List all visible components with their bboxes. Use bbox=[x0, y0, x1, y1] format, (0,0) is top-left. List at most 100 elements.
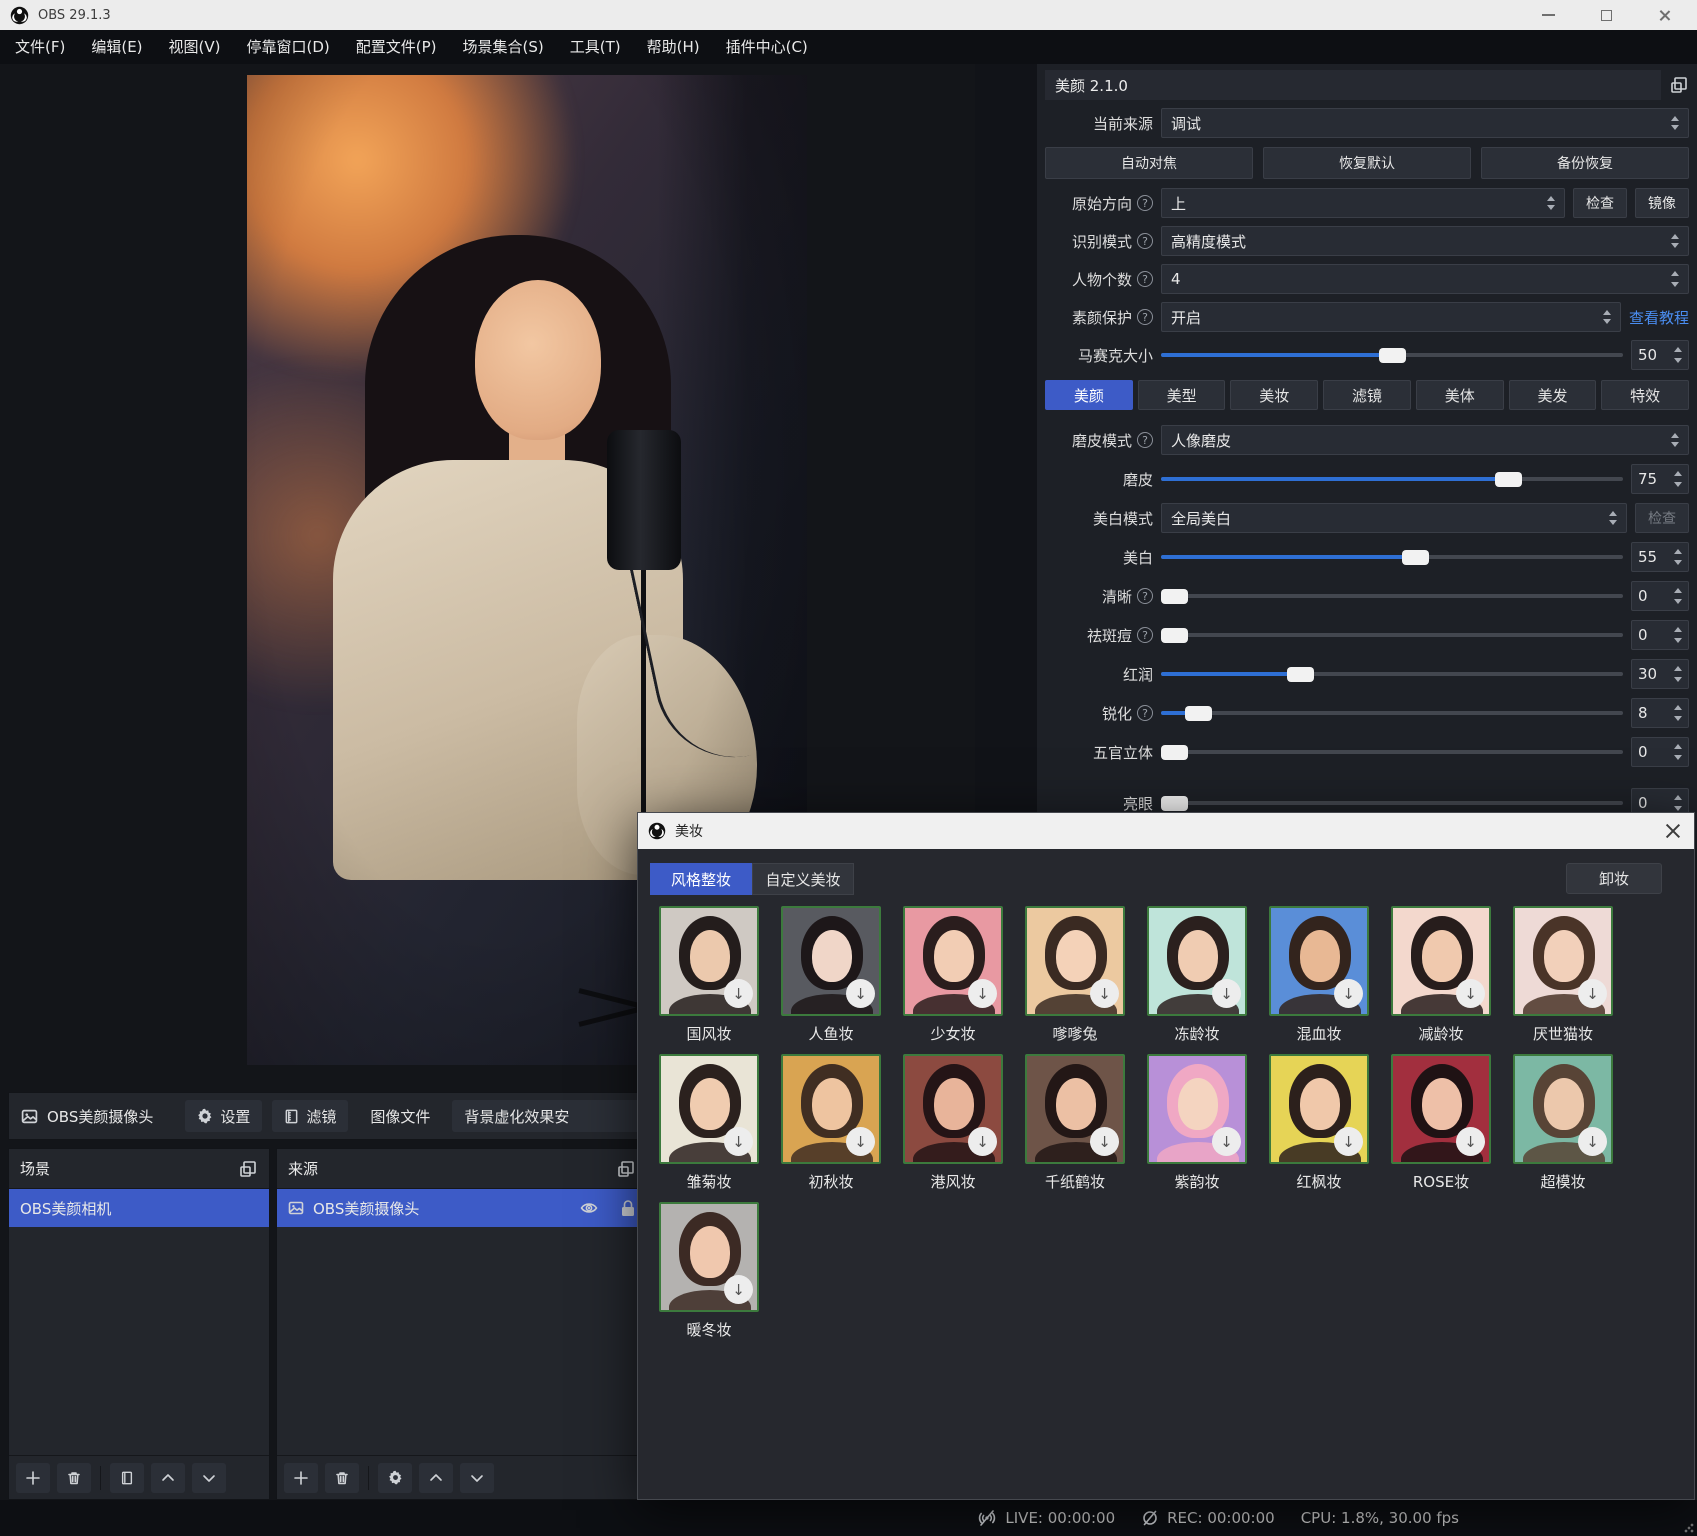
popout-icon[interactable] bbox=[1669, 75, 1689, 95]
mosaic-slider[interactable] bbox=[1161, 340, 1623, 370]
menu-item[interactable]: 文件(F) bbox=[2, 30, 78, 64]
popout-icon[interactable] bbox=[616, 1159, 636, 1179]
makeup-style[interactable]: 厌世猫妆 bbox=[1502, 906, 1624, 1044]
hongrun-slider[interactable] bbox=[1161, 659, 1623, 689]
maximize-button[interactable] bbox=[1599, 8, 1613, 22]
meibai-slider[interactable] bbox=[1161, 542, 1623, 572]
slider-handle[interactable] bbox=[1161, 796, 1188, 811]
download-icon[interactable] bbox=[1334, 1127, 1363, 1156]
source-item[interactable]: OBS美颜摄像头 bbox=[277, 1189, 647, 1227]
makeup-style-thumbnail[interactable] bbox=[781, 906, 881, 1016]
orientation-check-button[interactable]: 检查 bbox=[1573, 188, 1627, 218]
makeup-style[interactable]: 人鱼妆 bbox=[770, 906, 892, 1044]
makeup-style-thumbnail[interactable] bbox=[903, 1054, 1003, 1164]
makeup-style[interactable]: 超模妆 bbox=[1502, 1054, 1624, 1192]
current-source-select[interactable]: 调试 bbox=[1161, 108, 1689, 138]
scene-item[interactable]: OBS美颜相机 bbox=[9, 1189, 269, 1227]
makeup-style[interactable]: 嗲嗲兔 bbox=[1014, 906, 1136, 1044]
help-icon[interactable] bbox=[1137, 309, 1153, 325]
ruihua-slider[interactable] bbox=[1161, 698, 1623, 728]
mopi-value[interactable]: 75 bbox=[1631, 464, 1689, 494]
beauty-tab[interactable]: 美发 bbox=[1509, 380, 1597, 410]
filters-button[interactable]: 滤镜 bbox=[272, 1100, 348, 1132]
makeup-style[interactable]: 少女妆 bbox=[892, 906, 1014, 1044]
settings-button[interactable]: 设置 bbox=[185, 1100, 262, 1132]
makeup-style[interactable]: 千纸鹤妆 bbox=[1014, 1054, 1136, 1192]
wuguan-value[interactable]: 0 bbox=[1631, 737, 1689, 767]
makeup-dialog-titlebar[interactable]: 美妆 bbox=[638, 813, 1694, 849]
slider-handle[interactable] bbox=[1495, 472, 1522, 487]
hongrun-value[interactable]: 30 bbox=[1631, 659, 1689, 689]
makeup-style[interactable]: 冻龄妆 bbox=[1136, 906, 1258, 1044]
lock-icon[interactable] bbox=[620, 1199, 636, 1217]
qubandou-slider[interactable] bbox=[1161, 620, 1623, 650]
move-source-up-button[interactable] bbox=[419, 1463, 453, 1493]
dialog-close-icon[interactable] bbox=[1662, 820, 1684, 842]
beauty-tab[interactable]: 特效 bbox=[1601, 380, 1689, 410]
makeup-style[interactable]: 国风妆 bbox=[648, 906, 770, 1044]
makeup-style[interactable]: 雏菊妆 bbox=[648, 1054, 770, 1192]
beauty-tab[interactable]: 美型 bbox=[1138, 380, 1226, 410]
beauty-tab[interactable]: 美颜 bbox=[1045, 380, 1133, 410]
download-icon[interactable] bbox=[1578, 1127, 1607, 1156]
minimize-button[interactable] bbox=[1541, 8, 1555, 22]
visibility-eye-icon[interactable] bbox=[580, 1199, 598, 1217]
makeup-style-thumbnail[interactable] bbox=[659, 1202, 759, 1312]
menu-item[interactable]: 停靠窗口(D) bbox=[234, 30, 343, 64]
mosaic-value[interactable]: 50 bbox=[1631, 340, 1689, 370]
makeup-style-thumbnail[interactable] bbox=[1391, 1054, 1491, 1164]
mirror-button[interactable]: 镜像 bbox=[1635, 188, 1689, 218]
help-icon[interactable] bbox=[1137, 588, 1153, 604]
download-icon[interactable] bbox=[1334, 979, 1363, 1008]
menu-item[interactable]: 插件中心(C) bbox=[713, 30, 821, 64]
makeup-style-thumbnail[interactable] bbox=[1513, 1054, 1613, 1164]
slider-handle[interactable] bbox=[1161, 589, 1188, 604]
tutorial-link[interactable]: 查看教程 bbox=[1629, 307, 1689, 328]
move-source-down-button[interactable] bbox=[460, 1463, 494, 1493]
help-icon[interactable] bbox=[1137, 432, 1153, 448]
makeup-style-thumbnail[interactable] bbox=[659, 906, 759, 1016]
beauty-tab[interactable]: 滤镜 bbox=[1323, 380, 1411, 410]
download-icon[interactable] bbox=[1456, 1127, 1485, 1156]
remove-makeup-button[interactable]: 卸妆 bbox=[1566, 863, 1662, 894]
recognition-select[interactable]: 高精度模式 bbox=[1161, 226, 1689, 256]
makeup-style-thumbnail[interactable] bbox=[1147, 906, 1247, 1016]
makeup-style-thumbnail[interactable] bbox=[1147, 1054, 1247, 1164]
move-scene-up-button[interactable] bbox=[151, 1463, 185, 1493]
person-count-spinner[interactable]: 4 bbox=[1161, 264, 1689, 294]
help-icon[interactable] bbox=[1137, 195, 1153, 211]
menu-item[interactable]: 视图(V) bbox=[156, 30, 234, 64]
download-icon[interactable] bbox=[968, 1127, 997, 1156]
makeup-style-thumbnail[interactable] bbox=[903, 906, 1003, 1016]
meibai-value[interactable]: 55 bbox=[1631, 542, 1689, 572]
download-icon[interactable] bbox=[1456, 979, 1485, 1008]
beauty-tab[interactable]: 美体 bbox=[1416, 380, 1504, 410]
slider-handle[interactable] bbox=[1185, 706, 1212, 721]
download-icon[interactable] bbox=[1578, 979, 1607, 1008]
makeup-style[interactable]: 紫韵妆 bbox=[1136, 1054, 1258, 1192]
slider-handle[interactable] bbox=[1287, 667, 1314, 682]
download-icon[interactable] bbox=[724, 979, 753, 1008]
makeup-style-thumbnail[interactable] bbox=[1513, 906, 1613, 1016]
popout-icon[interactable] bbox=[238, 1159, 258, 1179]
download-icon[interactable] bbox=[968, 979, 997, 1008]
makeup-style-thumbnail[interactable] bbox=[1269, 1054, 1369, 1164]
ruihua-value[interactable]: 8 bbox=[1631, 698, 1689, 728]
menu-item[interactable]: 帮助(H) bbox=[634, 30, 713, 64]
autofocus-button[interactable]: 自动对焦 bbox=[1045, 147, 1253, 179]
restore-default-button[interactable]: 恢复默认 bbox=[1263, 147, 1471, 179]
makeup-style[interactable]: ROSE妆 bbox=[1380, 1054, 1502, 1192]
smooth-mode-select[interactable]: 人像磨皮 bbox=[1161, 425, 1689, 455]
makeup-style-thumbnail[interactable] bbox=[659, 1054, 759, 1164]
download-icon[interactable] bbox=[1212, 979, 1241, 1008]
makeup-style[interactable]: 红枫妆 bbox=[1258, 1054, 1380, 1192]
source-properties-button[interactable] bbox=[378, 1463, 412, 1493]
download-icon[interactable] bbox=[724, 1275, 753, 1304]
makeup-style-thumbnail[interactable] bbox=[1025, 906, 1125, 1016]
slider-handle[interactable] bbox=[1402, 550, 1429, 565]
makeup-style[interactable]: 港风妆 bbox=[892, 1054, 1014, 1192]
image-file-button[interactable]: 图像文件 bbox=[358, 1100, 442, 1132]
makeup-style[interactable]: 初秋妆 bbox=[770, 1054, 892, 1192]
makeup-style[interactable]: 减龄妆 bbox=[1380, 906, 1502, 1044]
download-icon[interactable] bbox=[724, 1127, 753, 1156]
